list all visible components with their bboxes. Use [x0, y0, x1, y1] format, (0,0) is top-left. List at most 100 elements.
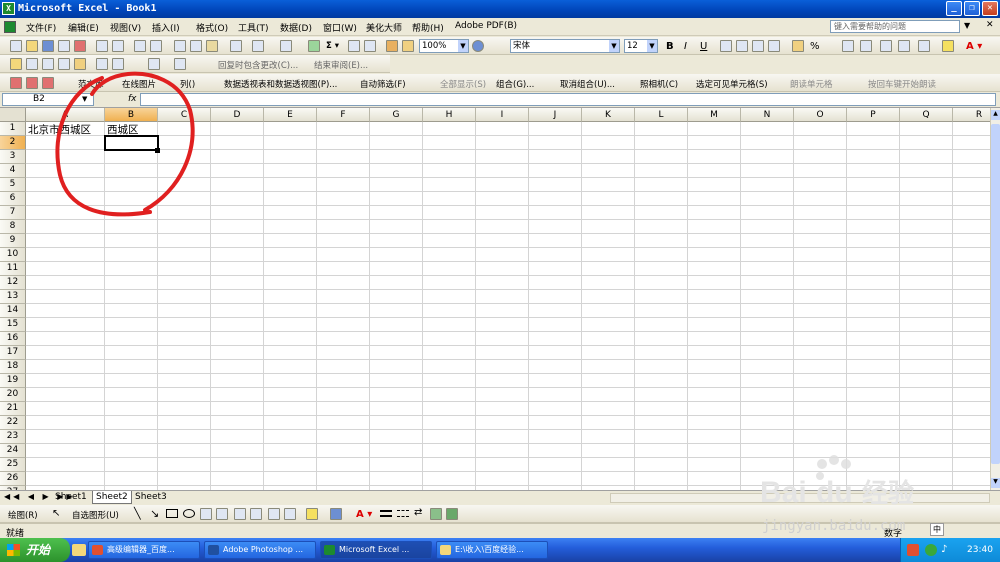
scroll-down-icon[interactable]: ▼: [991, 478, 1000, 488]
bold-button[interactable]: B: [666, 41, 674, 52]
template-library-button[interactable]: 范文库: [78, 78, 104, 90]
task-photoshop[interactable]: Adobe Photoshop ...: [204, 541, 316, 559]
font-color-icon[interactable]: A ▾: [966, 41, 982, 52]
hyperlink-icon[interactable]: [308, 40, 320, 52]
help-dropdown-icon[interactable]: ▼: [964, 21, 970, 30]
menu-help[interactable]: 帮助(H): [412, 21, 444, 34]
send-icon[interactable]: [26, 58, 38, 70]
menu-window[interactable]: 窗口(W): [323, 21, 357, 34]
reply-icon[interactable]: [42, 58, 54, 70]
permission-icon[interactable]: [58, 40, 70, 52]
column-header-O[interactable]: O: [794, 108, 847, 122]
row-header-17[interactable]: 17: [0, 346, 26, 360]
row-header-1[interactable]: 1: [0, 122, 26, 136]
row-header-14[interactable]: 14: [0, 304, 26, 318]
ungroup-button[interactable]: 取消组合(U)...: [560, 78, 615, 90]
menu-tools[interactable]: 工具(T): [238, 21, 269, 34]
pivot-table-button[interactable]: 数据透视表和数据透视图(P)...: [224, 78, 337, 90]
research-icon[interactable]: [150, 40, 162, 52]
select-visible-cells-button[interactable]: 选定可见单元格(S): [696, 78, 768, 90]
tray-volume-icon[interactable]: ♪: [941, 544, 947, 555]
camera-button[interactable]: 照相机(C): [640, 78, 678, 90]
row-header-4[interactable]: 4: [0, 164, 26, 178]
worksheet-grid[interactable]: ABCDEFGHIJKLMNOPQR 1 2 3 4 5 6 7 8 9 10 11 12 13 14 15…: [0, 108, 990, 490]
online-picture-button[interactable]: 在线图片: [122, 78, 156, 90]
align-center-icon[interactable]: [736, 40, 748, 52]
new-icon[interactable]: [10, 40, 22, 52]
decrease-decimal-icon[interactable]: [860, 40, 872, 52]
task-baidu-editor[interactable]: 高级编辑器_百度...: [88, 541, 200, 559]
clipart-icon[interactable]: [250, 508, 262, 520]
arrow-icon[interactable]: ↘: [150, 507, 159, 520]
print-icon[interactable]: [96, 40, 108, 52]
rectangle-icon[interactable]: [166, 509, 178, 518]
line-style-icon[interactable]: [380, 510, 392, 517]
sheet-tab-2[interactable]: Sheet2: [92, 491, 132, 504]
pdf-review-icon[interactable]: [42, 77, 54, 89]
menu-view[interactable]: 视图(V): [110, 21, 141, 34]
row-header-20[interactable]: 20: [0, 388, 26, 402]
column-header-M[interactable]: M: [688, 108, 741, 122]
row-header-10[interactable]: 10: [0, 248, 26, 262]
merge-center-icon[interactable]: [768, 40, 780, 52]
menu-adobe-pdf[interactable]: Adobe PDF(B): [455, 21, 517, 31]
sort-ascending-icon[interactable]: [348, 40, 360, 52]
row-header-23[interactable]: 23: [0, 430, 26, 444]
draw-font-color-icon[interactable]: A ▾: [356, 509, 372, 520]
close-workbook-icon[interactable]: ✕: [986, 20, 994, 30]
scroll-up-icon[interactable]: ▲: [991, 110, 1000, 120]
ink-icon[interactable]: [174, 58, 186, 70]
menu-edit[interactable]: 编辑(E): [68, 21, 99, 34]
currency-icon[interactable]: [792, 40, 804, 52]
column-header-I[interactable]: I: [476, 108, 529, 122]
cut-icon[interactable]: [174, 40, 186, 52]
draw-menu-button[interactable]: 绘图(R): [8, 509, 38, 521]
ime-indicator[interactable]: 中: [930, 523, 944, 536]
clock[interactable]: 23:40: [967, 545, 993, 555]
autofilter-button[interactable]: 自动筛选(F): [360, 78, 406, 90]
picture-icon[interactable]: [268, 508, 280, 520]
column-button[interactable]: 列(): [180, 78, 195, 90]
column-header-N[interactable]: N: [741, 108, 794, 122]
select-objects-icon[interactable]: ↖: [52, 508, 60, 519]
menu-insert[interactable]: 插入(I): [152, 21, 180, 34]
row-header-16[interactable]: 16: [0, 332, 26, 346]
pdf-convert-icon[interactable]: [10, 77, 22, 89]
select-all-corner[interactable]: [0, 108, 26, 122]
redo-icon[interactable]: [280, 40, 292, 52]
group-button[interactable]: 组合(G)...: [496, 78, 534, 90]
drawing-icon[interactable]: [402, 40, 414, 52]
row-header-21[interactable]: 21: [0, 402, 26, 416]
italic-button[interactable]: I: [684, 41, 687, 52]
help-icon[interactable]: [472, 40, 484, 52]
increase-indent-icon[interactable]: [898, 40, 910, 52]
prev-comment-icon[interactable]: [112, 58, 124, 70]
task-explorer[interactable]: E:\收入\百度经验...: [436, 541, 548, 559]
column-header-E[interactable]: E: [264, 108, 317, 122]
row-header-6[interactable]: 6: [0, 192, 26, 206]
fill-handle[interactable]: [155, 148, 160, 153]
spelling-icon[interactable]: [134, 40, 146, 52]
formula-input[interactable]: [140, 93, 996, 106]
column-header-R[interactable]: R: [953, 108, 990, 122]
row-header-3[interactable]: 3: [0, 150, 26, 164]
align-left-icon[interactable]: [720, 40, 732, 52]
fill-color-icon[interactable]: [942, 40, 954, 52]
row-header-5[interactable]: 5: [0, 178, 26, 192]
vertical-scrollbar[interactable]: ▲ ▼: [990, 108, 1000, 490]
row-header-24[interactable]: 24: [0, 444, 26, 458]
oval-icon[interactable]: [183, 509, 195, 518]
name-box-dropdown-icon[interactable]: ▼: [82, 95, 87, 103]
quicklaunch-icon[interactable]: [72, 544, 86, 556]
row-header-22[interactable]: 22: [0, 416, 26, 430]
font-size-select[interactable]: 12 ▼: [624, 39, 658, 53]
sheet-tab-1[interactable]: Sheet1: [52, 491, 90, 504]
next-comment-icon[interactable]: [96, 58, 108, 70]
row-header-2[interactable]: 2: [0, 136, 26, 150]
increase-decimal-icon[interactable]: [842, 40, 854, 52]
diagram-icon[interactable]: [234, 508, 246, 520]
tray-app-icon[interactable]: [907, 544, 919, 556]
insert-picture-icon[interactable]: [284, 508, 296, 520]
underline-button[interactable]: U: [700, 41, 707, 52]
end-review-button[interactable]: 结束审阅(E)...: [314, 59, 368, 71]
